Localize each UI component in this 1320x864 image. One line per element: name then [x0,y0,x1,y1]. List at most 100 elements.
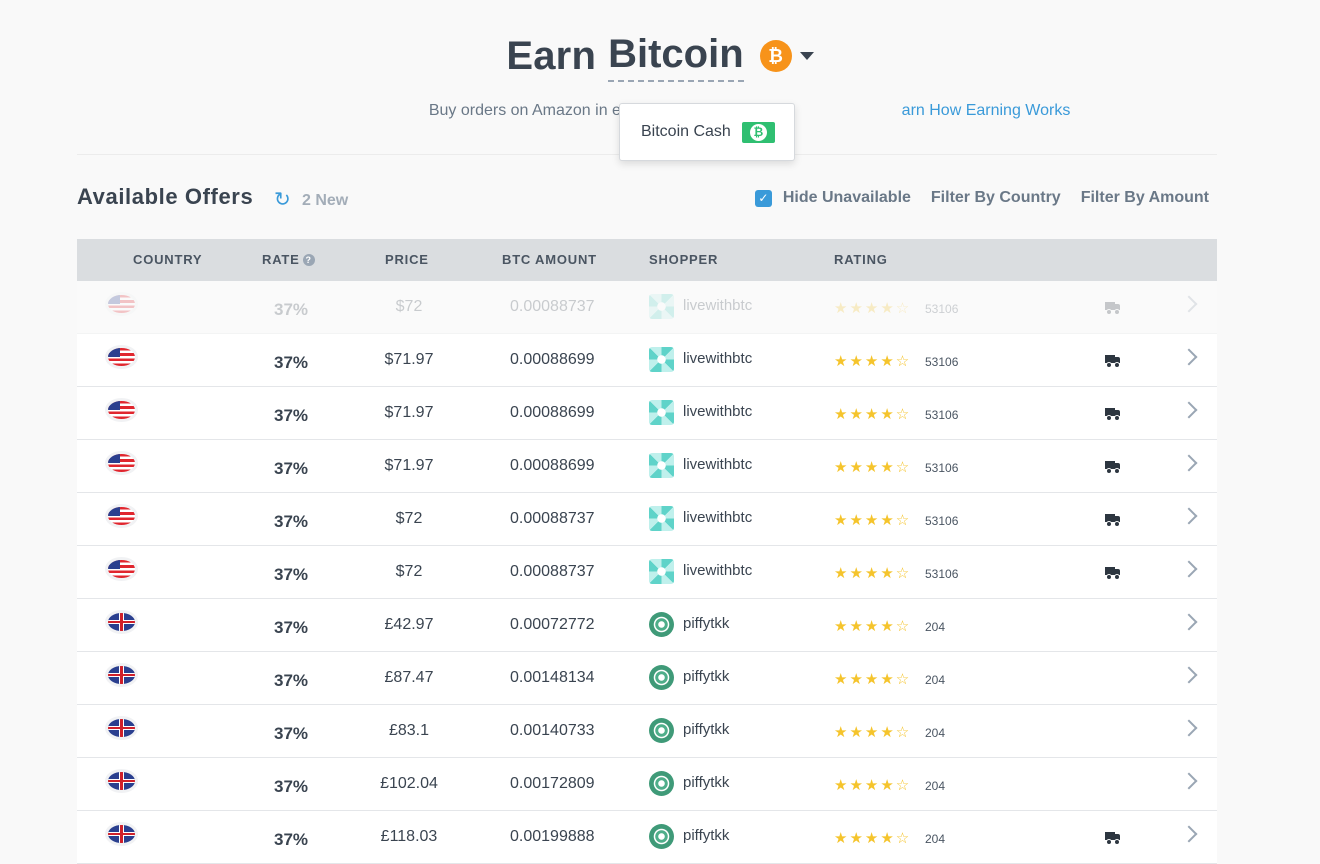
shopper-name[interactable]: livewithbtc [683,509,752,526]
star-rating-icon: ★★★★☆ [834,512,912,529]
shopper-name[interactable]: livewithbtc [683,456,752,473]
price-value: $71.97 [384,351,434,368]
shopper-name[interactable]: livewithbtc [683,350,752,367]
star-rating-icon: ★★★★☆ [834,618,912,635]
price-value: $72 [395,298,423,315]
table-row[interactable]: 37% $72 0.00088737 livewithbtc ★★★★☆ 53106 [77,493,1217,546]
currency-selector[interactable]: Bitcoin [608,30,744,82]
shopper-name[interactable]: piffytkk [683,774,729,791]
table-row[interactable]: 37% £83.1 0.00140733 piffytkk ★★★★☆ 204 [77,705,1217,758]
rate-value: 37% [274,777,309,796]
table-row[interactable]: 37% $71.97 0.00088699 livewithbtc ★★★★☆ 53106 [77,334,1217,387]
star-rating-icon: ★★★★☆ [834,565,912,582]
table-row[interactable]: 37% $72 0.00088737 livewithbtc ★★★★☆ 53106 [77,281,1217,334]
bitcoin-cash-icon[interactable]: ₿ [741,121,775,143]
star-rating-icon: ★★★★☆ [834,830,912,847]
truck-icon [1105,355,1121,368]
learn-how-earning-works-link[interactable]: arn How Earning Works [902,102,1071,119]
star-rating-icon: ★★★★☆ [834,406,912,423]
chevron-right-icon[interactable] [1180,401,1198,419]
truck-icon [1105,302,1121,315]
rate-value: 37% [274,406,309,425]
currency-dropdown-menu: Bitcoin Cash ₿ [619,103,795,161]
chevron-right-icon[interactable] [1180,772,1198,790]
chevron-right-icon[interactable] [1180,613,1198,631]
shopper-avatar [649,771,674,796]
table-body: 37% $72 0.00088737 livewithbtc ★★★★☆ 53106 37%… [77,281,1217,864]
table-row[interactable]: 37% $72 0.00088737 livewithbtc ★★★★☆ 53106 [77,546,1217,599]
shopper-avatar [649,347,674,372]
rating-count: 53106 [925,408,959,422]
chevron-right-icon[interactable] [1180,348,1198,366]
shopper-name[interactable]: livewithbtc [683,297,752,314]
dropdown-option-bitcoin-cash[interactable]: Bitcoin Cash [641,123,731,141]
chevron-down-icon[interactable] [799,52,814,60]
truck-icon [1105,461,1121,474]
shopper-name[interactable]: piffytkk [683,668,729,685]
shopper-name[interactable]: piffytkk [683,721,729,738]
column-rating[interactable]: RATING [834,252,888,267]
chevron-right-icon[interactable] [1180,719,1198,737]
chevron-right-icon[interactable] [1180,295,1198,313]
column-rate[interactable]: RATE? [262,252,315,267]
btc-amount-value: 0.00088737 [510,510,595,527]
shopper-avatar [649,400,674,425]
new-offers-count[interactable]: 2 New [302,192,348,210]
table-row[interactable]: 37% £102.04 0.00172809 piffytkk ★★★★☆ 204 [77,758,1217,811]
filter-by-country-button[interactable]: Filter By Country [931,189,1061,207]
chevron-right-icon[interactable] [1180,560,1198,578]
price-value: $72 [395,563,423,580]
rate-value: 37% [274,353,309,372]
price-value: $71.97 [384,404,434,421]
rate-value: 37% [274,724,309,743]
hide-unavailable-label[interactable]: Hide Unavailable [783,189,911,207]
btc-amount-value: 0.00088737 [510,298,595,315]
truck-icon [1105,514,1121,527]
shopper-name[interactable]: piffytkk [683,615,729,632]
btc-amount-value: 0.00088699 [510,351,595,368]
table-row[interactable]: 37% £87.47 0.00148134 piffytkk ★★★★☆ 204 [77,652,1217,705]
filters: ✓ Hide Unavailable Filter By Country Fil… [754,189,1209,207]
rate-value: 37% [274,671,309,690]
truck-icon [1105,408,1121,421]
rating-count: 204 [925,832,946,846]
rate-value: 37% [274,830,309,849]
price-value: £83.1 [388,722,430,739]
flag-uk-icon [108,825,135,843]
bitcoin-icon[interactable]: ₿ [759,40,792,72]
shopper-avatar [649,559,674,584]
column-shopper[interactable]: SHOPPER [649,252,718,267]
table-row[interactable]: 37% £118.03 0.00199888 piffytkk ★★★★☆ 204 [77,811,1217,864]
btc-amount-value: 0.00088699 [510,457,595,474]
table-row[interactable]: 37% $71.97 0.00088699 livewithbtc ★★★★☆ 53106 [77,387,1217,440]
chevron-right-icon[interactable] [1180,666,1198,684]
shopper-avatar [649,506,674,531]
flag-uk-icon [108,613,135,631]
refresh-icon[interactable]: ↻ [274,190,294,210]
chevron-right-icon[interactable] [1180,825,1198,843]
column-price[interactable]: PRICE [385,252,429,267]
chevron-right-icon[interactable] [1180,507,1198,525]
truck-icon [1105,832,1121,845]
price-value: $72 [395,510,423,527]
shopper-name[interactable]: piffytkk [683,827,729,844]
table-row[interactable]: 37% $71.97 0.00088699 livewithbtc ★★★★☆ 53106 [77,440,1217,493]
column-country[interactable]: COUNTRY [133,252,202,267]
btc-amount-value: 0.00072772 [510,616,595,633]
rating-count: 53106 [925,302,959,316]
hide-unavailable-checkbox[interactable]: ✓ [754,189,772,207]
table-row[interactable]: 37% £42.97 0.00072772 piffytkk ★★★★☆ 204 [77,599,1217,652]
chevron-right-icon[interactable] [1180,454,1198,472]
price-value: £102.04 [380,775,438,792]
shopper-avatar [649,718,674,743]
btc-amount-value: 0.00088699 [510,404,595,421]
shopper-name[interactable]: livewithbtc [683,562,752,579]
rate-value: 37% [274,459,309,478]
column-btc-amount[interactable]: BTC AMOUNT [502,252,597,267]
price-value: $71.97 [384,457,434,474]
filter-by-amount-button[interactable]: Filter By Amount [1081,189,1209,207]
shopper-name[interactable]: livewithbtc [683,403,752,420]
rating-count: 53106 [925,355,959,369]
help-icon[interactable]: ? [302,254,315,266]
btc-amount-value: 0.00148134 [510,669,595,686]
